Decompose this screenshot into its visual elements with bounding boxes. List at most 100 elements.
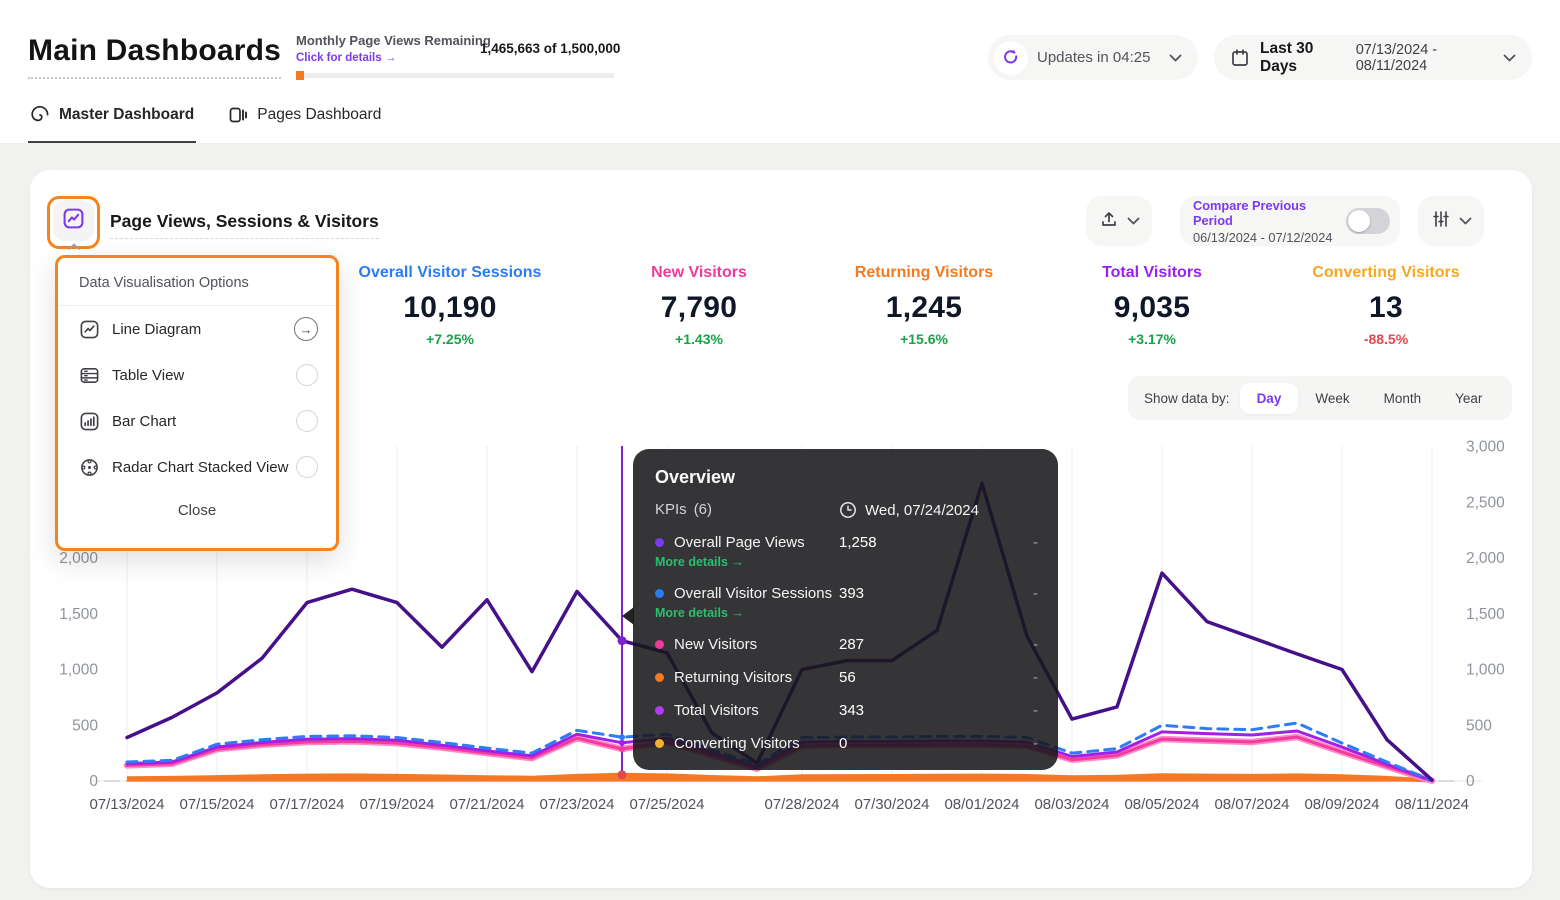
tooltip-date: Wed, 07/24/2024 [839,501,979,519]
kpi-value: 9,035 [1032,291,1272,325]
viz-menu-close-button[interactable]: Close [58,502,336,519]
right-axis-tick: 0 [1466,773,1475,790]
updates-label: Updates in 04:25 [1037,49,1169,66]
line-chart-icon [62,207,85,235]
tooltip-row-returning-visitors: Returning Visitors56- [655,669,1038,702]
sliders-icon [1431,209,1451,234]
viz-option-table-view[interactable]: Table View [58,352,336,398]
compare-previous-period: Compare Previous Period 06/13/2024 - 07/… [1180,196,1400,246]
quota-details-link[interactable]: Click for details → [296,52,396,64]
right-axis-tick: 3,000 [1466,439,1505,456]
tooltip-row-secondary: - [1033,585,1038,602]
x-axis-label: 07/21/2024 [449,796,524,813]
radio-unselected[interactable] [296,410,318,432]
viz-option-bar-chart[interactable]: Bar Chart [58,398,336,444]
viz-option-label: Table View [112,367,296,384]
x-axis-label: 08/11/2024 [1395,796,1469,813]
radio-unselected[interactable] [296,364,318,386]
tooltip-row-value: 287 [839,636,864,653]
kpi-value: 13 [1266,291,1506,325]
tooltip-row-value: 56 [839,669,856,686]
radar-icon [79,457,100,478]
show-data-by-month[interactable]: Month [1367,383,1439,414]
show-data-by-day[interactable]: Day [1240,383,1299,414]
show-data-by-selector: Show data by: DayWeekMonthYear [1128,376,1512,420]
x-axis-label: 07/15/2024 [179,796,254,813]
refresh-icon [994,41,1028,75]
x-axis-label: 07/19/2024 [359,796,434,813]
show-data-by-year[interactable]: Year [1438,383,1499,414]
tooltip-row-secondary: - [1033,636,1038,653]
hover-dot-new [619,746,625,752]
tooltip-row-label: Overall Visitor Sessions [674,585,832,602]
kpi-delta: -88.5% [1266,331,1506,347]
tooltip-row-value: 0 [839,735,847,752]
arrow-right-icon[interactable]: → [294,317,318,341]
filter-button[interactable] [1418,196,1484,246]
tab-label: Master Dashboard [59,106,194,124]
quota-progress-fill [296,71,304,80]
monthly-quota: Monthly Page Views Remaining Click for d… [296,33,614,66]
kpi-value: 1,245 [804,291,1044,325]
x-axis-label: 08/07/2024 [1214,796,1289,813]
series-color-dot [655,589,664,598]
kpi-value: 7,790 [579,291,819,325]
top-bar: Main Dashboards Monthly Page Views Remai… [0,0,1560,143]
right-axis-tick: 1,000 [1466,662,1505,679]
tooltip-row-overall-page-views: Overall Page Views1,258-More details → [655,534,1038,585]
kpi-label: Returning Visitors [804,264,1044,282]
date-range-value: 07/13/2024 - 08/11/2024 [1356,42,1491,74]
kpi-total-visitors: Total Visitors9,035+3.17% [1032,264,1272,347]
series-color-dot [655,538,664,547]
show-data-by-week[interactable]: Week [1298,383,1366,414]
updates-pill[interactable]: Updates in 04:25 [988,35,1198,80]
kpi-label: New Visitors [579,264,819,282]
tab-master-dashboard[interactable]: Master Dashboard [28,100,196,143]
tooltip-row-secondary: - [1033,702,1038,719]
line-diagram-icon [79,319,100,340]
right-axis-tick: 2,500 [1466,494,1505,511]
date-range-label: Last 30 Days [1260,40,1342,76]
kpi-label: Overall Visitor Sessions [330,264,570,282]
kpi-overall-visitor-sessions: Overall Visitor Sessions10,190+7.25% [330,264,570,347]
hover-dot-returning [618,770,627,779]
series-color-dot [655,673,664,682]
radio-unselected[interactable] [296,456,318,478]
left-axis-tick: 1,000 [59,662,98,679]
tooltip-row-converting-visitors: Converting Visitors0- [655,735,1038,768]
x-axis-label: 08/03/2024 [1034,796,1109,813]
hover-dot-sessions [619,734,625,740]
viz-option-radar-chart-stacked-view[interactable]: Radar Chart Stacked View [58,444,336,490]
tooltip-row-value: 393 [839,585,864,602]
export-button[interactable] [1086,196,1152,246]
x-axis-label: 07/25/2024 [629,796,704,813]
tooltip-row-new-visitors: New Visitors287- [655,636,1038,669]
hover-dot-page-views [618,636,627,645]
tooltip-row-label: Overall Page Views [674,534,805,551]
left-axis-tick: 0 [89,773,98,790]
compare-toggle[interactable] [1346,208,1390,234]
tooltip-row-overall-visitor-sessions: Overall Visitor Sessions 393 - More details… [655,585,1038,636]
date-range-pill[interactable]: Last 30 Days 07/13/2024 - 08/11/2024 [1214,35,1532,80]
quota-value: 1,465,663 of 1,500,000 [480,41,620,56]
quota-progress-bar [296,73,614,78]
right-axis-tick: 2,000 [1466,550,1505,567]
tooltip-kpis-count: KPIs(6) [655,501,712,518]
bar-icon [79,411,100,432]
tooltip-caret [622,607,634,625]
clock-icon [839,501,857,519]
toggle-knob [1348,210,1370,232]
viz-options-button[interactable] [53,200,94,241]
x-axis-label: 08/05/2024 [1124,796,1199,813]
viz-option-line-diagram[interactable]: Line Diagram→ [58,306,336,352]
tooltip-row-label: Converting Visitors [674,735,800,752]
data-visualisation-options-menu: Data Visualisation Options Line Diagram→… [55,255,339,551]
compare-label: Compare Previous Period [1193,198,1346,228]
kpi-label: Total Visitors [1032,264,1272,282]
spiral-icon [30,105,50,125]
more-details-link[interactable]: More details → [655,606,744,620]
x-axis-label: 07/17/2024 [269,796,344,813]
tab-pages-dashboard[interactable]: Pages Dashboard [226,100,383,143]
chevron-down-icon [1459,217,1472,225]
more-details-link[interactable]: More details → [655,555,744,569]
